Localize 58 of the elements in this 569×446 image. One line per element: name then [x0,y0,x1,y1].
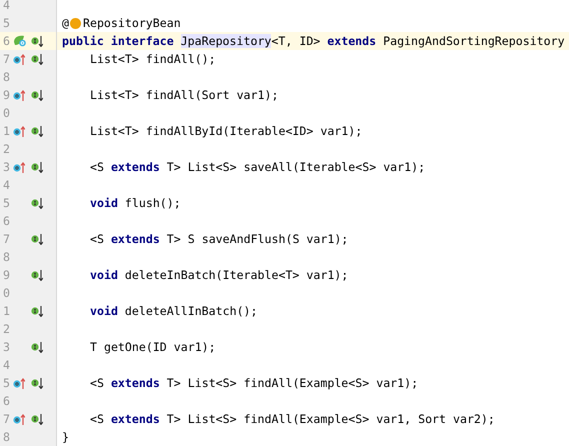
code-line: <S extends T> List<S> findAll(Example<S> var1, Sort var2); [90,412,495,426]
line-number: 4 [2,0,10,12]
line-number: 6 [2,214,10,228]
override-up-arrow-icon[interactable] [13,54,25,64]
annotation-text: RepositoryBean [82,16,181,30]
annotation-text: @ [62,16,69,30]
line-number: 6 [2,34,10,48]
code-line: T getOne(ID var1); [90,340,216,354]
line-number: 8 [2,430,10,444]
implemented-down-arrow-icon[interactable] [31,162,43,172]
line-number: 9 [2,268,10,282]
override-up-arrow-icon[interactable] [13,126,25,136]
line-number: 6 [2,394,10,408]
override-up-arrow-icon[interactable] [13,414,25,424]
line-number: 2 [2,142,10,156]
line-number: 4 [2,178,10,192]
line-number: 3 [2,340,10,354]
line-number: 7 [2,52,10,66]
implemented-down-arrow-icon[interactable] [31,414,43,424]
code-line: <S extends T> List<S> findAll(Example<S> var1); [90,376,418,390]
code-line: <S extends T> List<S> saveAll(Iterable<S> var1); [90,160,426,174]
code-line: void flush(); [90,196,181,210]
code-line: void deleteAllInBatch(); [90,304,258,318]
implemented-down-arrow-icon[interactable] [31,198,43,208]
code-line: } [62,430,69,444]
implemented-down-arrow-icon[interactable] [31,270,43,280]
line-number: 1 [2,124,10,138]
override-up-arrow-icon[interactable] [13,378,25,388]
code-line: <S extends T> S saveAndFlush(S var1); [90,232,348,246]
implemented-down-arrow-icon[interactable] [31,90,43,100]
implemented-down-arrow-icon[interactable] [31,54,43,64]
line-number: 8 [2,70,10,84]
line-number: 1 [2,304,10,318]
implemented-down-arrow-icon[interactable] [31,342,43,352]
override-up-arrow-icon[interactable] [13,90,25,100]
implemented-down-arrow-icon[interactable] [31,378,43,388]
line-number: 7 [2,412,10,426]
code-line: List<T> findAllById(Iterable<ID> var1); [90,124,362,138]
override-up-arrow-icon[interactable] [13,162,25,172]
line-number: 9 [2,88,10,102]
line-number: 7 [2,232,10,246]
code-line: public interface JpaRepository<T, ID> extends PagingAndSortingRepository [62,34,565,48]
line-number: 8 [2,250,10,264]
line-number: 4 [2,358,10,372]
implemented-down-arrow-icon[interactable] [31,234,43,244]
line-number: 5 [2,196,10,210]
code-line: List<T> findAll(); [90,52,216,66]
line-number: 2 [2,322,10,336]
line-number: 3 [2,160,10,174]
code-line: void deleteInBatch(Iterable<T> var1); [90,268,348,282]
implemented-down-arrow-icon[interactable] [31,36,43,46]
line-number: 5 [2,16,10,30]
code-line: List<T> findAll(Sort var1); [90,88,278,102]
line-number: 0 [2,106,10,120]
line-number: 5 [2,376,10,390]
implemented-down-arrow-icon[interactable] [31,126,43,136]
implemented-down-arrow-icon[interactable] [31,306,43,316]
line-number: 0 [2,286,10,300]
